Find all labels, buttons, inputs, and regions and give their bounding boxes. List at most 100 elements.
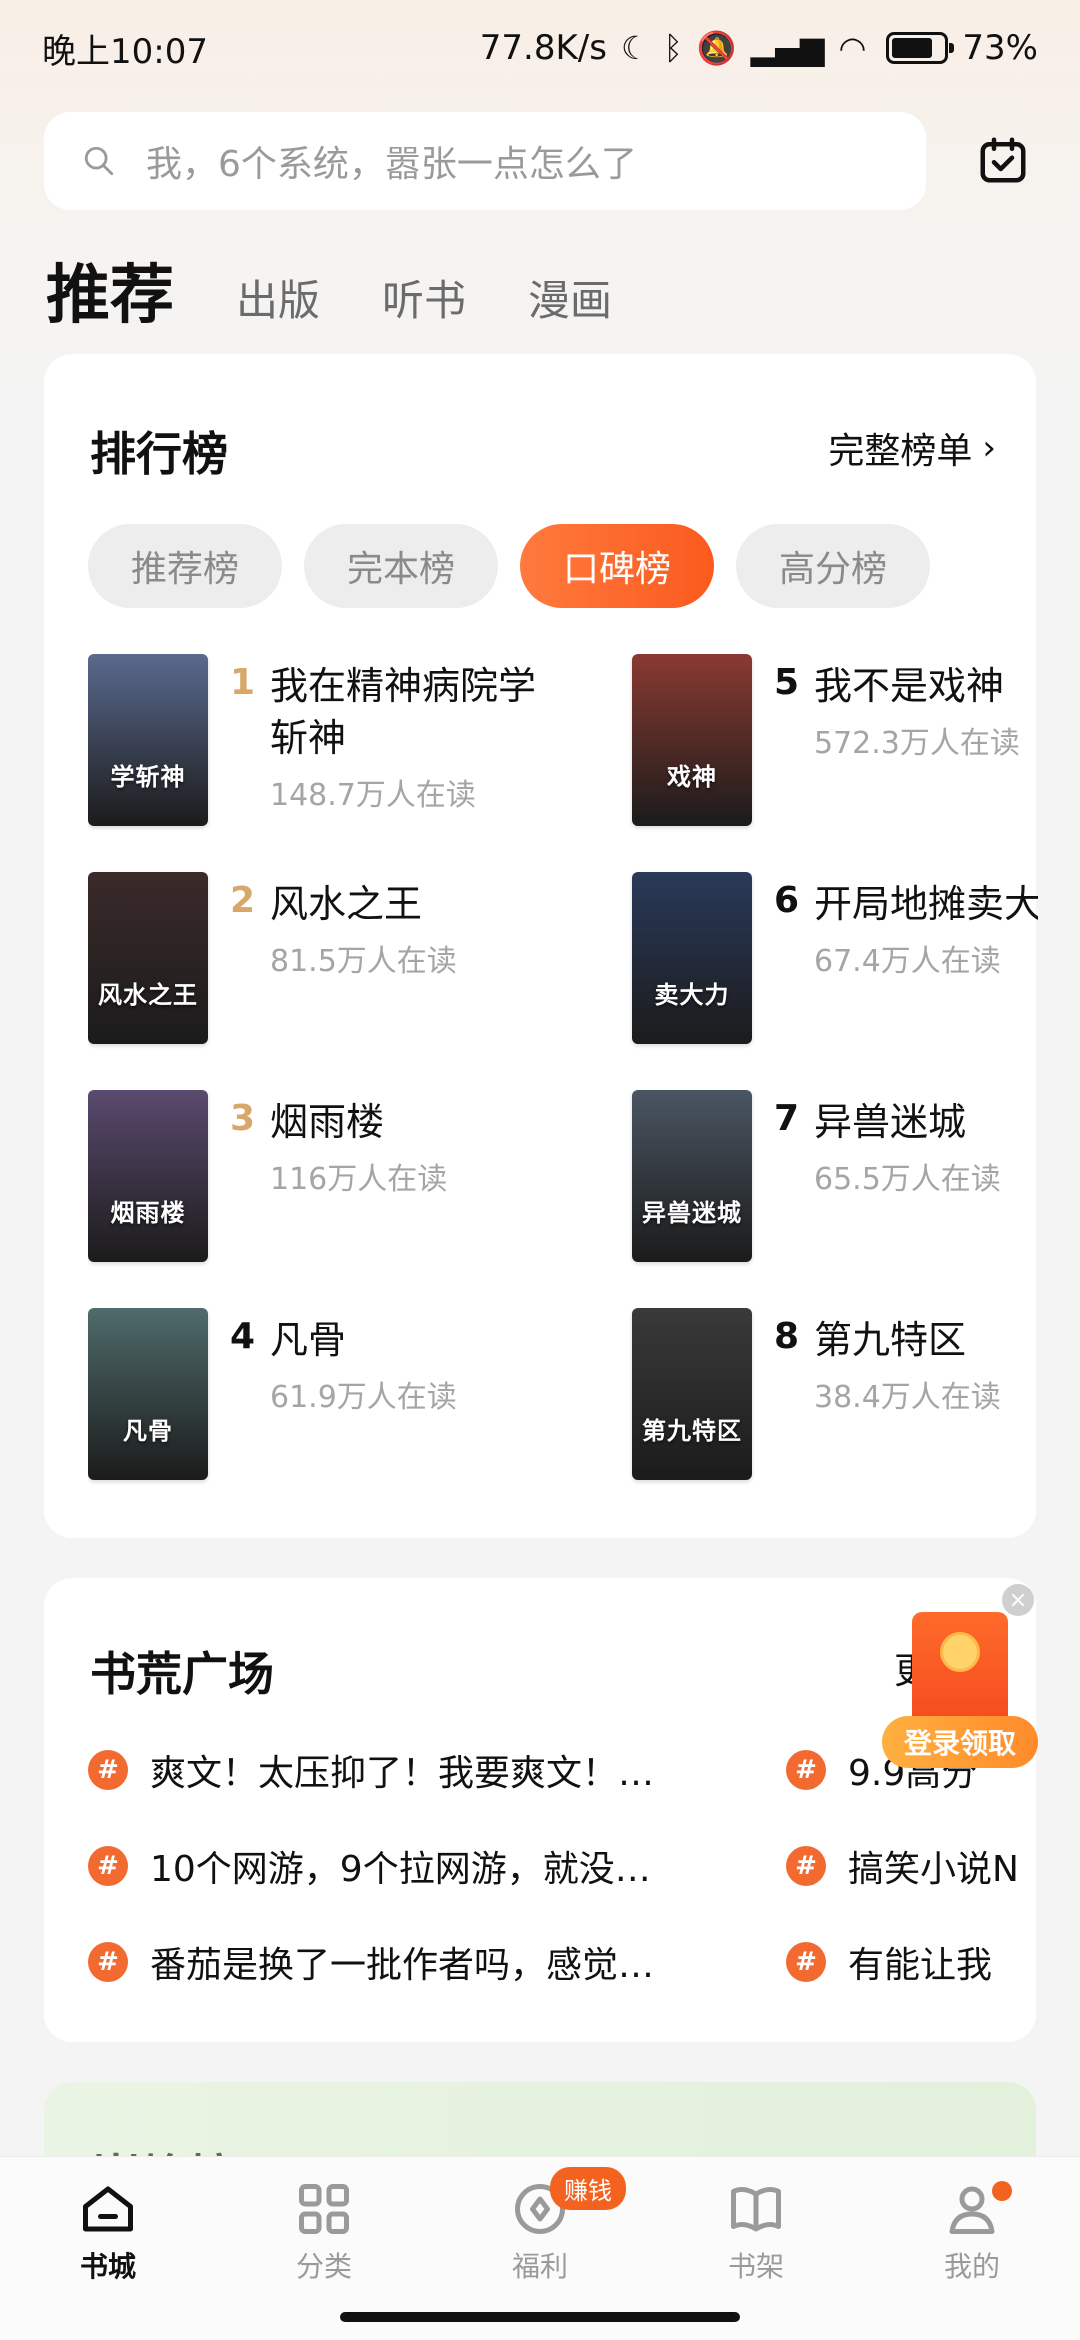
topic-item[interactable]: #10个网游，9个拉网游，就没… [88, 1836, 651, 1896]
book-info: 我在精神病院学斩神 148.7万人在读 [270, 660, 540, 814]
nav-label: 福利 [511, 2250, 568, 2283]
book-readers: 116万人在读 [270, 1162, 448, 1197]
search-placeholder: 我，6个系统，嚣张一点怎么了 [146, 144, 637, 185]
book-readers: 38.4万人在读 [814, 1380, 1001, 1415]
home-indicator [340, 2312, 740, 2322]
ranking-book-item[interactable]: 第九特区 8 第九特区 38.4万人在读 [632, 1308, 1038, 1480]
hashtag-icon: # [786, 1846, 826, 1886]
square-title: 书荒广场 [90, 1647, 274, 1701]
search-bar[interactable]: 我，6个系统，嚣张一点怎么了 [44, 112, 926, 210]
book-cover-text: 戏神 [667, 763, 717, 791]
search-icon [84, 146, 114, 176]
book-readers: 572.3万人在读 [814, 726, 1020, 761]
chevron-right-icon: › [982, 428, 996, 468]
nav-bookshelf[interactable]: 书架 [696, 2179, 816, 2285]
nav-label: 分类 [295, 2250, 352, 2283]
pill-high-score[interactable]: 高分榜 [736, 524, 930, 608]
book-info: 异兽迷城 65.5万人在读 [814, 1096, 1038, 1198]
rank-number: 2 [230, 880, 256, 921]
nav-category[interactable]: 分类 [264, 2179, 384, 2285]
topic-list: # 爽文！太压抑了！我要爽文！… #10个网游，9个拉网游，就没… # 番茄是换了一批作… [88, 1740, 1036, 2040]
category-tabs: 推荐 出版 听书 漫画 [46, 244, 674, 336]
book-title: 开局地摊卖大力 [814, 882, 1038, 926]
book-cover: 烟雨楼 [88, 1090, 208, 1262]
book-cover-text: 卖大力 [654, 981, 730, 1009]
book-title: 风水之王 [270, 882, 423, 926]
book-cover-text: 异兽迷城 [642, 1199, 742, 1227]
ranking-book-item[interactable]: 戏神 5 我不是戏神 572.3万人在读 [632, 654, 1038, 826]
bluetooth-icon: ᛒ [663, 29, 683, 67]
ranking-book-item[interactable]: 风水之王 2 风水之王 81.5万人在读 [88, 872, 548, 1044]
full-list-link[interactable]: 完整榜单 › [828, 422, 996, 474]
rank-number: 6 [774, 880, 800, 921]
tab-audiobook[interactable]: 听书 [382, 267, 466, 336]
nav-label: 我的 [943, 2250, 1000, 2283]
ranking-book-item[interactable]: 学斩神 1 我在精神病院学斩神 148.7万人在读 [88, 654, 548, 826]
rank-number: 7 [774, 1098, 800, 1139]
book-title: 我在精神病院学斩神 [270, 664, 537, 760]
book-cover-text: 第九特区 [642, 1417, 742, 1445]
floating-red-envelope[interactable]: × 登录领取 [880, 1584, 1080, 1774]
topic-item[interactable]: # 爽文！太压抑了！我要爽文！… [88, 1740, 654, 1800]
ranking-filter-pills: 推荐榜 完本榜 口碑榜 高分榜 [88, 524, 930, 608]
topic-text: 搞笑小说N [848, 1849, 1019, 1890]
hashtag-icon: # [88, 1750, 128, 1790]
topic-item[interactable]: # 搞笑小说N [786, 1836, 1019, 1896]
calendar-checkin-icon[interactable] [976, 132, 1030, 188]
status-time: 晚上10:07 [42, 31, 208, 72]
full-list-label: 完整榜单 [828, 431, 973, 472]
book-cover: 第九特区 [632, 1308, 752, 1480]
book-cover-text: 烟雨楼 [110, 1199, 186, 1227]
rank-number: 1 [230, 662, 256, 703]
ranking-card: 排行榜 完整榜单 › 推荐榜 完本榜 口碑榜 高分榜 学斩神 1 我在精神病院学斩神… [44, 354, 1038, 1538]
rank-number: 4 [230, 1316, 256, 1357]
login-claim-button[interactable]: 登录领取 [882, 1716, 1038, 1768]
book-cover: 卖大力 [632, 872, 752, 1044]
close-icon[interactable]: × [1002, 1584, 1034, 1616]
rank-number: 8 [774, 1316, 800, 1357]
notification-dot [992, 2181, 1012, 2201]
ranking-book-item[interactable]: 凡骨 4 凡骨 61.9万人在读 [88, 1308, 548, 1480]
book-cover: 凡骨 [88, 1308, 208, 1480]
book-info: 烟雨楼 116万人在读 [270, 1096, 540, 1198]
nav-welfare[interactable]: 赚钱 福利 [480, 2167, 626, 2285]
topic-item[interactable]: # 有能让我 [786, 1932, 992, 1992]
nav-bookstore[interactable]: 书城 [48, 2179, 168, 2285]
nav-mine[interactable]: 我的 [912, 2179, 1032, 2285]
network-speed: 77.8K/s [479, 28, 607, 68]
book-info: 凡骨 61.9万人在读 [270, 1314, 540, 1416]
home-icon [83, 2186, 133, 2232]
hashtag-icon: # [88, 1846, 128, 1886]
pill-completed[interactable]: 完本榜 [304, 524, 498, 608]
book-info: 风水之王 81.5万人在读 [270, 878, 540, 980]
tab-comics[interactable]: 漫画 [528, 267, 612, 336]
book-cover-text: 风水之王 [98, 981, 198, 1009]
tab-recommend[interactable]: 推荐 [46, 244, 174, 336]
topic-text: 爽文！太压抑了！我要爽文！… [150, 1753, 655, 1794]
pill-recommend[interactable]: 推荐榜 [88, 524, 282, 608]
topic-item[interactable]: # 番茄是换了一批作者吗，感觉… [88, 1932, 654, 1992]
book-cover: 异兽迷城 [632, 1090, 752, 1262]
grid-icon [299, 2184, 349, 2234]
pill-reputation[interactable]: 口碑榜 [520, 524, 714, 608]
ranking-book-item[interactable]: 卖大力 6 开局地摊卖大力 67.4万人在读 [632, 872, 1038, 1044]
hashtag-icon: # [786, 1750, 826, 1790]
book-info: 我不是戏神 572.3万人在读 [814, 660, 1038, 762]
ranking-book-item[interactable]: 烟雨楼 3 烟雨楼 116万人在读 [88, 1090, 548, 1262]
nav-label: 书架 [727, 2250, 784, 2283]
book-title: 烟雨楼 [270, 1100, 385, 1144]
book-cover: 风水之王 [88, 872, 208, 1044]
hashtag-icon: # [88, 1942, 128, 1982]
book-cover-text: 学斩神 [110, 763, 186, 791]
battery-percent: 73% [962, 28, 1038, 68]
ranking-book-item[interactable]: 异兽迷城 7 异兽迷城 65.5万人在读 [632, 1090, 1038, 1262]
status-icons: 77.8K/s ☾ ᛒ 🔕 ▂▄▆ ◠ 73% [480, 28, 1038, 68]
book-icon [731, 2187, 781, 2232]
topic-text: 10个网游，9个拉网游，就没… [150, 1849, 651, 1890]
rank-number: 5 [774, 662, 800, 703]
ranking-book-grid: 学斩神 1 我在精神病院学斩神 148.7万人在读 风水之王 2 风水之王 81.5万人在读烟… [88, 654, 1038, 1534]
book-title: 第九特区 [814, 1318, 967, 1362]
red-envelope-icon [912, 1612, 1008, 1732]
tab-publish[interactable]: 出版 [236, 267, 320, 336]
book-info: 第九特区 38.4万人在读 [814, 1314, 1038, 1416]
